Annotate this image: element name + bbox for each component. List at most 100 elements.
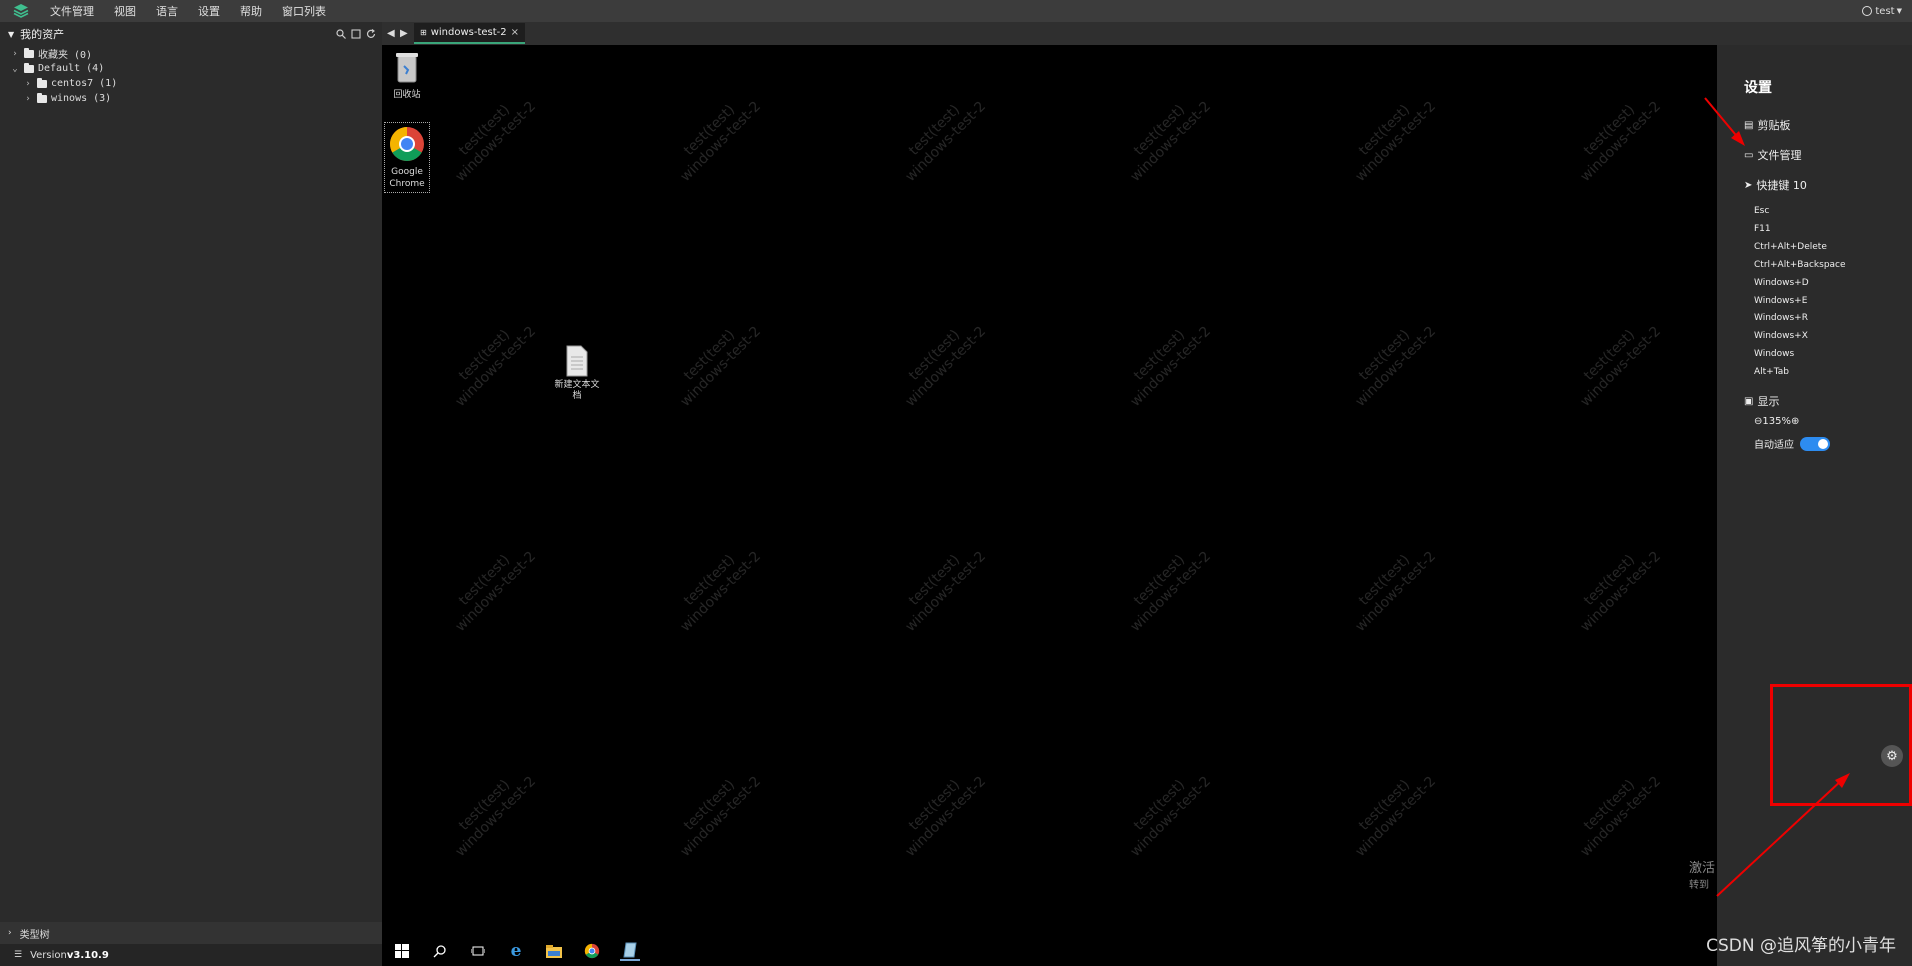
shortcut-esc[interactable]: Esc bbox=[1754, 206, 1769, 216]
desktop-watermark: test(test) windows-test-2 bbox=[441, 87, 539, 184]
tab-windows-test-2[interactable]: ⊞ windows-test-2 × bbox=[414, 23, 526, 44]
user-icon bbox=[1862, 6, 1873, 16]
desktop-watermark: test(test) windows-test-2 bbox=[1566, 312, 1664, 409]
version-label: Version bbox=[30, 949, 67, 961]
desktop-watermark: test(test) windows-test-2 bbox=[1566, 537, 1664, 634]
asset-tree-title: 我的资产 bbox=[20, 28, 65, 41]
tree-node-label: 收藏夹 (0) bbox=[38, 50, 93, 61]
shortcut-windows-x[interactable]: Windows+X bbox=[1754, 331, 1808, 341]
tree-node-label: Default (4) bbox=[38, 63, 105, 74]
caret-right-icon: › bbox=[8, 928, 12, 938]
folder-icon: ▭ bbox=[1744, 149, 1754, 161]
refresh-icon[interactable] bbox=[366, 29, 376, 39]
desktop-watermark: test(test) windows-test-2 bbox=[441, 762, 539, 859]
tab-label: windows-test-2 bbox=[430, 27, 507, 38]
type-tree-title: 类型树 bbox=[19, 929, 50, 941]
type-tree-header[interactable]: › 类型树 bbox=[0, 922, 382, 944]
shortcut-windows-e[interactable]: Windows+E bbox=[1754, 296, 1807, 306]
tree-node-centos7[interactable]: › centos7 (1) bbox=[0, 76, 382, 91]
internet-explorer-icon[interactable]: e bbox=[506, 941, 526, 961]
display-icon: ▣ bbox=[1744, 395, 1754, 407]
caret-down-icon: ⌄ bbox=[12, 63, 18, 74]
arrow-right-icon[interactable]: ▶ bbox=[400, 28, 408, 39]
desktop-icon-recycle-bin[interactable]: 回收站 bbox=[387, 50, 427, 100]
chrome-taskbar-icon[interactable] bbox=[582, 941, 602, 961]
tree-node-label: winows (3) bbox=[51, 93, 112, 104]
caret-right-icon: › bbox=[25, 78, 31, 89]
desktop-watermark: test(test) windows-test-2 bbox=[1116, 312, 1214, 409]
desktop-watermark: test(test) windows-test-2 bbox=[666, 87, 764, 184]
tree-node-winows[interactable]: › winows (3) bbox=[0, 91, 382, 106]
asset-tree-header[interactable]: ▼ 我的资产 bbox=[0, 22, 382, 46]
desktop-icon-chrome[interactable]: Google Chrome bbox=[384, 122, 430, 193]
csdn-watermark: CSDN @追风筝的小青年 bbox=[1706, 936, 1896, 956]
activate-line1: 激活 bbox=[1689, 861, 1716, 876]
shortcut-windows-d[interactable]: Windows+D bbox=[1754, 278, 1809, 288]
menu-view[interactable]: 视图 bbox=[114, 3, 136, 19]
clipboard-button[interactable]: ▤ 剪贴板 bbox=[1744, 117, 1790, 133]
tree-node-favorites[interactable]: › 收藏夹 (0) bbox=[0, 46, 382, 61]
desktop-watermark: test(test) windows-test-2 bbox=[441, 312, 539, 409]
shortcut-alt-tab[interactable]: Alt+Tab bbox=[1754, 367, 1789, 377]
menu-help[interactable]: 帮助 bbox=[240, 3, 262, 19]
caret-right-icon: › bbox=[12, 48, 18, 59]
zoom-in-icon[interactable]: ⊕ bbox=[1791, 416, 1799, 427]
asset-tree: › 收藏夹 (0) ⌄ Default (4) › centos7 (1) › … bbox=[0, 46, 382, 106]
close-icon[interactable]: × bbox=[511, 27, 519, 38]
clipboard-label: 剪贴板 bbox=[1757, 119, 1791, 132]
desktop-watermark: test(test) windows-test-2 bbox=[1341, 762, 1439, 859]
shortcut-f11[interactable]: F11 bbox=[1754, 224, 1771, 234]
desktop-watermark: test(test) windows-test-2 bbox=[891, 537, 989, 634]
list-icon: ☰ bbox=[14, 950, 23, 960]
windows-activation-notice: 激活 转到 bbox=[1689, 857, 1717, 891]
zoom-out-icon[interactable]: ⊖ bbox=[1754, 416, 1762, 427]
text-doc-label: 新建文本文档 bbox=[554, 380, 600, 401]
shortcut-ctrl-alt-backspace[interactable]: Ctrl+Alt+Backspace bbox=[1754, 260, 1846, 270]
folder-icon bbox=[37, 92, 47, 103]
shortcuts-header: ➤ 快捷键 10 bbox=[1744, 177, 1807, 193]
desktop-watermark: test(test) windows-test-2 bbox=[666, 312, 764, 409]
desktop-watermark: test(test) windows-test-2 bbox=[666, 537, 764, 634]
folder-icon bbox=[37, 77, 47, 88]
highlight-box bbox=[1770, 684, 1912, 806]
menu-language[interactable]: 语言 bbox=[156, 3, 178, 19]
file-manager-button[interactable]: ▭ 文件管理 bbox=[1744, 147, 1801, 163]
task-view-icon[interactable] bbox=[468, 941, 488, 961]
search-icon[interactable] bbox=[430, 941, 450, 961]
desktop-watermark: test(test) windows-test-2 bbox=[1341, 537, 1439, 634]
menu-settings[interactable]: 设置 bbox=[198, 3, 220, 19]
desktop-icon-text-doc[interactable]: 新建文本文档 bbox=[552, 345, 602, 402]
chrome-label: Google Chrome bbox=[389, 167, 425, 189]
zoom-control: ⊖ 135% ⊕ bbox=[1754, 416, 1799, 427]
user-name: test bbox=[1875, 5, 1895, 17]
shortcut-ctrl-alt-delete[interactable]: Ctrl+Alt+Delete bbox=[1754, 242, 1827, 252]
file-explorer-icon[interactable] bbox=[544, 941, 564, 961]
display-header: ▣ 显示 bbox=[1744, 393, 1779, 409]
shortcut-windows[interactable]: Windows bbox=[1754, 349, 1794, 359]
search-icon[interactable] bbox=[336, 29, 346, 39]
app-logo-icon bbox=[10, 0, 32, 22]
windows-start-icon[interactable] bbox=[392, 941, 412, 961]
arrow-left-icon[interactable]: ◀ bbox=[387, 28, 395, 39]
settings-title: 设置 bbox=[1744, 80, 1772, 96]
collapse-icon[interactable] bbox=[351, 29, 361, 39]
menu-file-manager[interactable]: 文件管理 bbox=[50, 3, 94, 19]
user-menu[interactable]: test ▼ bbox=[1862, 0, 1902, 22]
send-icon: ➤ bbox=[1744, 179, 1753, 191]
desktop-watermark: test(test) windows-test-2 bbox=[1341, 312, 1439, 409]
menu-bar: 文件管理 视图 语言 设置 帮助 窗口列表 test ▼ bbox=[0, 0, 1912, 22]
menu-window-list[interactable]: 窗口列表 bbox=[282, 3, 326, 19]
tree-node-default[interactable]: ⌄ Default (4) bbox=[0, 61, 382, 76]
tree-node-label: centos7 (1) bbox=[51, 78, 118, 89]
remote-desktop[interactable]: test(test) windows-test-2 test(test) window… bbox=[382, 45, 1717, 966]
settings-panel: 设置 ▤ 剪贴板 ▭ 文件管理 ➤ 快捷键 10 Esc F11 Ctrl+Al… bbox=[1717, 45, 1912, 966]
desktop-watermark: test(test) windows-test-2 bbox=[441, 537, 539, 634]
shortcut-windows-r[interactable]: Windows+R bbox=[1754, 313, 1808, 323]
desktop-watermark: test(test) windows-test-2 bbox=[1116, 537, 1214, 634]
notepad-taskbar-icon[interactable] bbox=[620, 941, 640, 961]
desktop-watermark: test(test) windows-test-2 bbox=[1566, 87, 1664, 184]
auto-fit-toggle[interactable] bbox=[1800, 436, 1830, 451]
windows-icon: ⊞ bbox=[420, 28, 427, 37]
shortcuts-label: 快捷键 10 bbox=[1756, 179, 1807, 192]
desktop-watermark: test(test) windows-test-2 bbox=[891, 762, 989, 859]
